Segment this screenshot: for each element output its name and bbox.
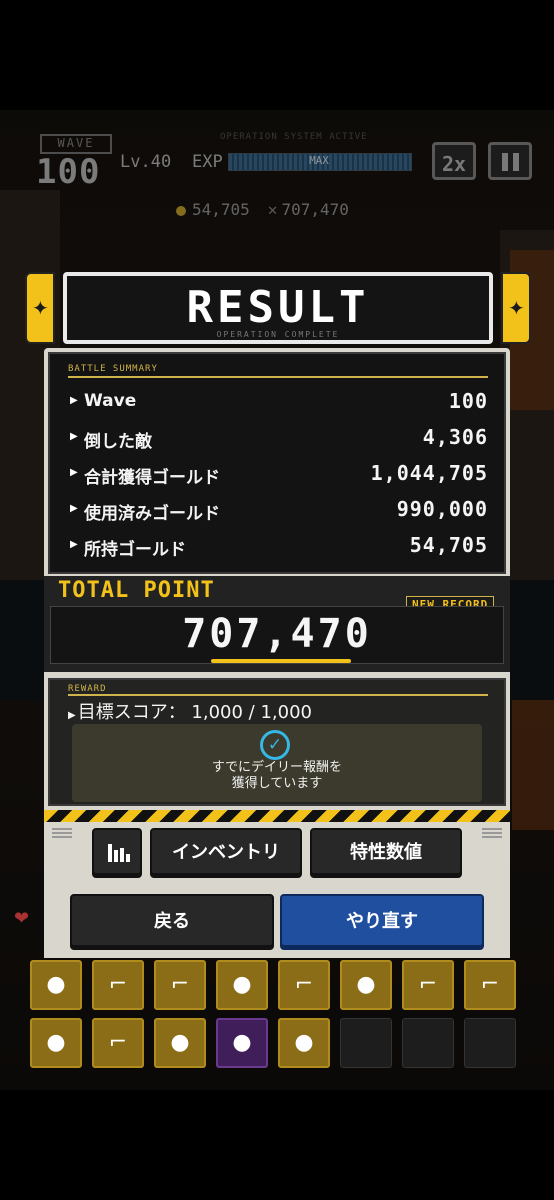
battle-summary-label: BATTLE SUMMARY	[68, 364, 158, 374]
grenade-icon: ●	[46, 972, 66, 997]
target-score-text: 目標スコア： 1,000 / 1,000	[77, 702, 312, 723]
daily-reward-box: ✓ すでにデイリー報酬を 獲得しています	[72, 724, 482, 802]
inventory-slot[interactable]: ⌐	[402, 960, 454, 1010]
gun-icon: ⌐	[418, 972, 438, 997]
inventory-slot[interactable]: ⌐	[92, 960, 144, 1010]
gun-icon: ⌐	[170, 972, 190, 997]
arrow-icon: ▶	[70, 503, 78, 514]
grenade-icon: ●	[232, 972, 252, 997]
summary-divider	[68, 376, 488, 378]
action-buttons: インベントリ 特性数値 戻る やり直す	[44, 822, 510, 958]
result-subtitle: OPERATION COMPLETE	[216, 330, 340, 339]
daily-reward-message: すでにデイリー報酬を 獲得しています	[72, 760, 482, 792]
gun-icon: ⌐	[480, 972, 500, 997]
grenade-icon: ●	[294, 1030, 314, 1055]
inventory-slot[interactable]: ●	[340, 960, 392, 1010]
total-point-box: 707,470	[50, 606, 504, 664]
heart-icon: ❤	[14, 908, 30, 929]
inventory-button[interactable]: インベントリ	[150, 828, 302, 878]
inventory-slot[interactable]: ●	[216, 1018, 268, 1068]
result-plate: RESULT OPERATION COMPLETE	[63, 272, 493, 344]
header-bracket-right: ✦	[501, 272, 531, 344]
stat-name: 倒した敵	[84, 432, 152, 452]
sparkle-icon: ✦	[508, 296, 525, 320]
header-bracket-left: ✦	[25, 272, 55, 344]
gun-icon: ⌐	[294, 972, 314, 997]
stat-row-held-gold: ▶ 所持ゴールド 54,705	[68, 530, 488, 564]
stat-value: 990,000	[396, 497, 488, 521]
hazard-stripe	[44, 810, 510, 822]
total-underline	[211, 659, 351, 663]
reward-label: REWARD	[68, 684, 107, 694]
stat-row-spent-gold: ▶ 使用済みゴールド 990,000	[68, 494, 488, 528]
sparkle-icon: ✦	[32, 296, 49, 320]
inventory-slot[interactable]: ●	[154, 1018, 206, 1068]
battle-summary: BATTLE SUMMARY ▶ Wave 100 ▶ 倒した敵 4,306 ▶…	[48, 352, 506, 574]
arrow-icon: ▶	[70, 467, 78, 478]
grenade-icon: ●	[356, 972, 376, 997]
total-point-label: TOTAL POINT	[58, 578, 215, 603]
result-header: ✦ RESULT OPERATION COMPLETE ✦	[25, 272, 531, 344]
stat-value: 4,306	[422, 425, 488, 449]
inventory-slot[interactable]: ⌐	[92, 1018, 144, 1068]
stat-row-enemies-defeated: ▶ 倒した敵 4,306	[68, 422, 488, 456]
stat-value: 54,705	[409, 533, 488, 557]
stat-name: 使用済みゴールド	[84, 504, 220, 524]
stat-value: 1,044,705	[370, 461, 488, 485]
target-score: ▶ 目標スコア： 1,000 / 1,000	[68, 698, 312, 724]
back-button[interactable]: 戻る	[70, 894, 274, 950]
grenade-icon: ●	[46, 1030, 66, 1055]
grenade-icon: ●	[170, 1030, 190, 1055]
arrow-icon: ▶	[70, 431, 78, 442]
reward-divider	[68, 694, 488, 696]
stat-name: 所持ゴールド	[84, 540, 186, 560]
gun-icon: ⌐	[108, 972, 128, 997]
inventory-slot[interactable]: ●	[278, 1018, 330, 1068]
inventory-slot[interactable]: ●	[30, 960, 82, 1010]
arrow-icon: ▶	[70, 539, 78, 550]
stat-value: 100	[448, 389, 488, 413]
result-title: RESULT	[186, 282, 370, 333]
reward-section: REWARD ▶ 目標スコア： 1,000 / 1,000 ✓ すでにデイリー報酬…	[48, 678, 506, 806]
grip-decoration	[482, 828, 502, 838]
arrow-icon: ▶	[68, 710, 76, 721]
inventory-grid: ● ⌐ ⌐ ● ⌐ ● ⌐ ⌐ ● ⌐ ● ● ●	[30, 960, 526, 1070]
arrow-icon: ▶	[70, 395, 78, 406]
retry-button[interactable]: やり直す	[280, 894, 484, 950]
check-icon: ✓	[260, 730, 290, 760]
daily-reward-line2: 獲得しています	[231, 776, 323, 791]
total-point-value: 707,470	[182, 611, 372, 657]
inventory-slot-empty[interactable]	[464, 1018, 516, 1068]
stat-row-wave: ▶ Wave 100	[68, 386, 488, 420]
grip-decoration	[52, 828, 72, 838]
inventory-slot[interactable]: ⌐	[278, 960, 330, 1010]
stats-button[interactable]	[92, 828, 142, 878]
inventory-slot-empty[interactable]	[340, 1018, 392, 1068]
inventory-slot[interactable]: ●	[30, 1018, 82, 1068]
inventory-slot[interactable]: ⌐	[464, 960, 516, 1010]
stat-name: 合計獲得ゴールド	[84, 468, 220, 488]
grenade-icon: ●	[232, 1030, 252, 1055]
inventory-slot[interactable]: ⌐	[154, 960, 206, 1010]
stat-name: Wave	[84, 391, 137, 411]
inventory-slot-empty[interactable]	[402, 1018, 454, 1068]
stat-row-total-gold: ▶ 合計獲得ゴールド 1,044,705	[68, 458, 488, 492]
daily-reward-line1: すでにデイリー報酬を	[211, 760, 343, 775]
traits-button[interactable]: 特性数値	[310, 828, 462, 878]
gun-icon: ⌐	[108, 1030, 128, 1055]
total-point-section: TOTAL POINT NEW RECORD 707,470	[44, 576, 510, 672]
inventory-slot[interactable]: ●	[216, 960, 268, 1010]
